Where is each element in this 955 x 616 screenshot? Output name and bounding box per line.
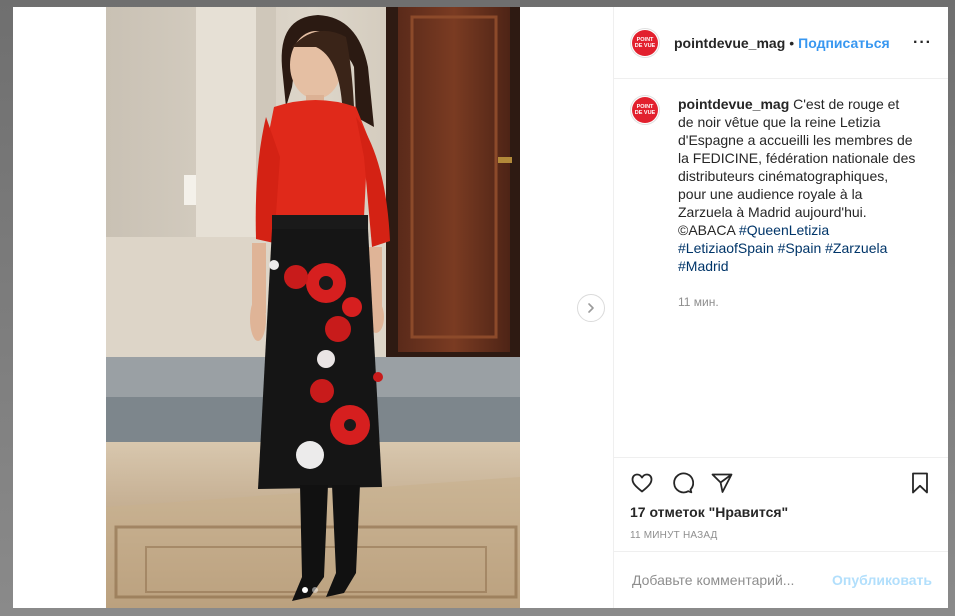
post-media <box>13 7 613 608</box>
carousel-dots <box>302 587 318 593</box>
post-photo[interactable] <box>106 7 520 608</box>
comment-icon <box>673 472 694 493</box>
hashtag-link[interactable]: #Zarzuela <box>825 240 887 256</box>
heart-icon <box>631 473 653 492</box>
post-date[interactable]: 11 МИНУТ НАЗАД <box>630 530 718 541</box>
next-slide-button[interactable] <box>577 294 605 322</box>
hashtag-link[interactable]: #Madrid <box>678 258 729 274</box>
author-avatar[interactable]: POINT DE VUE <box>630 27 660 58</box>
caption-timestamp: 11 мин. <box>678 295 719 309</box>
post-modal: POINT DE VUE pointdevue_mag • Подписатьс… <box>13 7 948 608</box>
add-comment-bar: Опубликовать <box>614 551 948 608</box>
share-button[interactable] <box>708 469 736 497</box>
post-sidebar: POINT DE VUE pointdevue_mag • Подписатьс… <box>613 7 948 608</box>
carousel-dot-1 <box>302 587 308 593</box>
post-header: POINT DE VUE pointdevue_mag • Подписатьс… <box>614 7 948 79</box>
avatar-text-line2: DE VUE <box>634 42 656 49</box>
action-bar <box>614 457 948 507</box>
comment-button[interactable] <box>668 469 696 497</box>
like-button[interactable] <box>628 469 656 497</box>
caption-text: C'est de rouge et de noir vêtue que la r… <box>678 96 916 238</box>
post-caption: POINT DE VUE pointdevue_mag C'est de rou… <box>630 95 932 311</box>
more-options-button[interactable]: ··· <box>913 34 932 52</box>
caption-avatar[interactable]: POINT DE VUE <box>630 95 660 125</box>
likes-count[interactable]: 17 отметок "Нравится" <box>630 504 788 520</box>
comments-area[interactable]: POINT DE VUE pointdevue_mag C'est de rou… <box>614 79 948 457</box>
hashtag-link[interactable]: #Spain <box>778 240 822 256</box>
avatar-logo: POINT DE VUE <box>632 29 658 56</box>
caption-body: pointdevue_mag C'est de rouge et de noir… <box>678 95 916 311</box>
bookmark-icon <box>912 472 928 493</box>
author-username[interactable]: pointdevue_mag <box>674 35 785 51</box>
chevron-right-icon <box>588 303 594 313</box>
follow-button[interactable]: Подписаться <box>798 35 890 51</box>
caption-avatar-text-line2: DE VUE <box>634 110 656 116</box>
hashtag-link[interactable]: #LetiziaofSpain <box>678 240 774 256</box>
caption-username[interactable]: pointdevue_mag <box>678 96 789 112</box>
header-separator: • <box>789 34 795 51</box>
comment-input[interactable] <box>630 571 833 589</box>
publish-button[interactable]: Опубликовать <box>832 572 932 588</box>
hashtag-link[interactable]: #QueenLetizia <box>739 222 829 238</box>
save-button[interactable] <box>906 469 934 497</box>
share-icon <box>711 473 733 493</box>
caption-avatar-logo: POINT DE VUE <box>632 97 658 123</box>
carousel-dot-2 <box>312 587 318 593</box>
